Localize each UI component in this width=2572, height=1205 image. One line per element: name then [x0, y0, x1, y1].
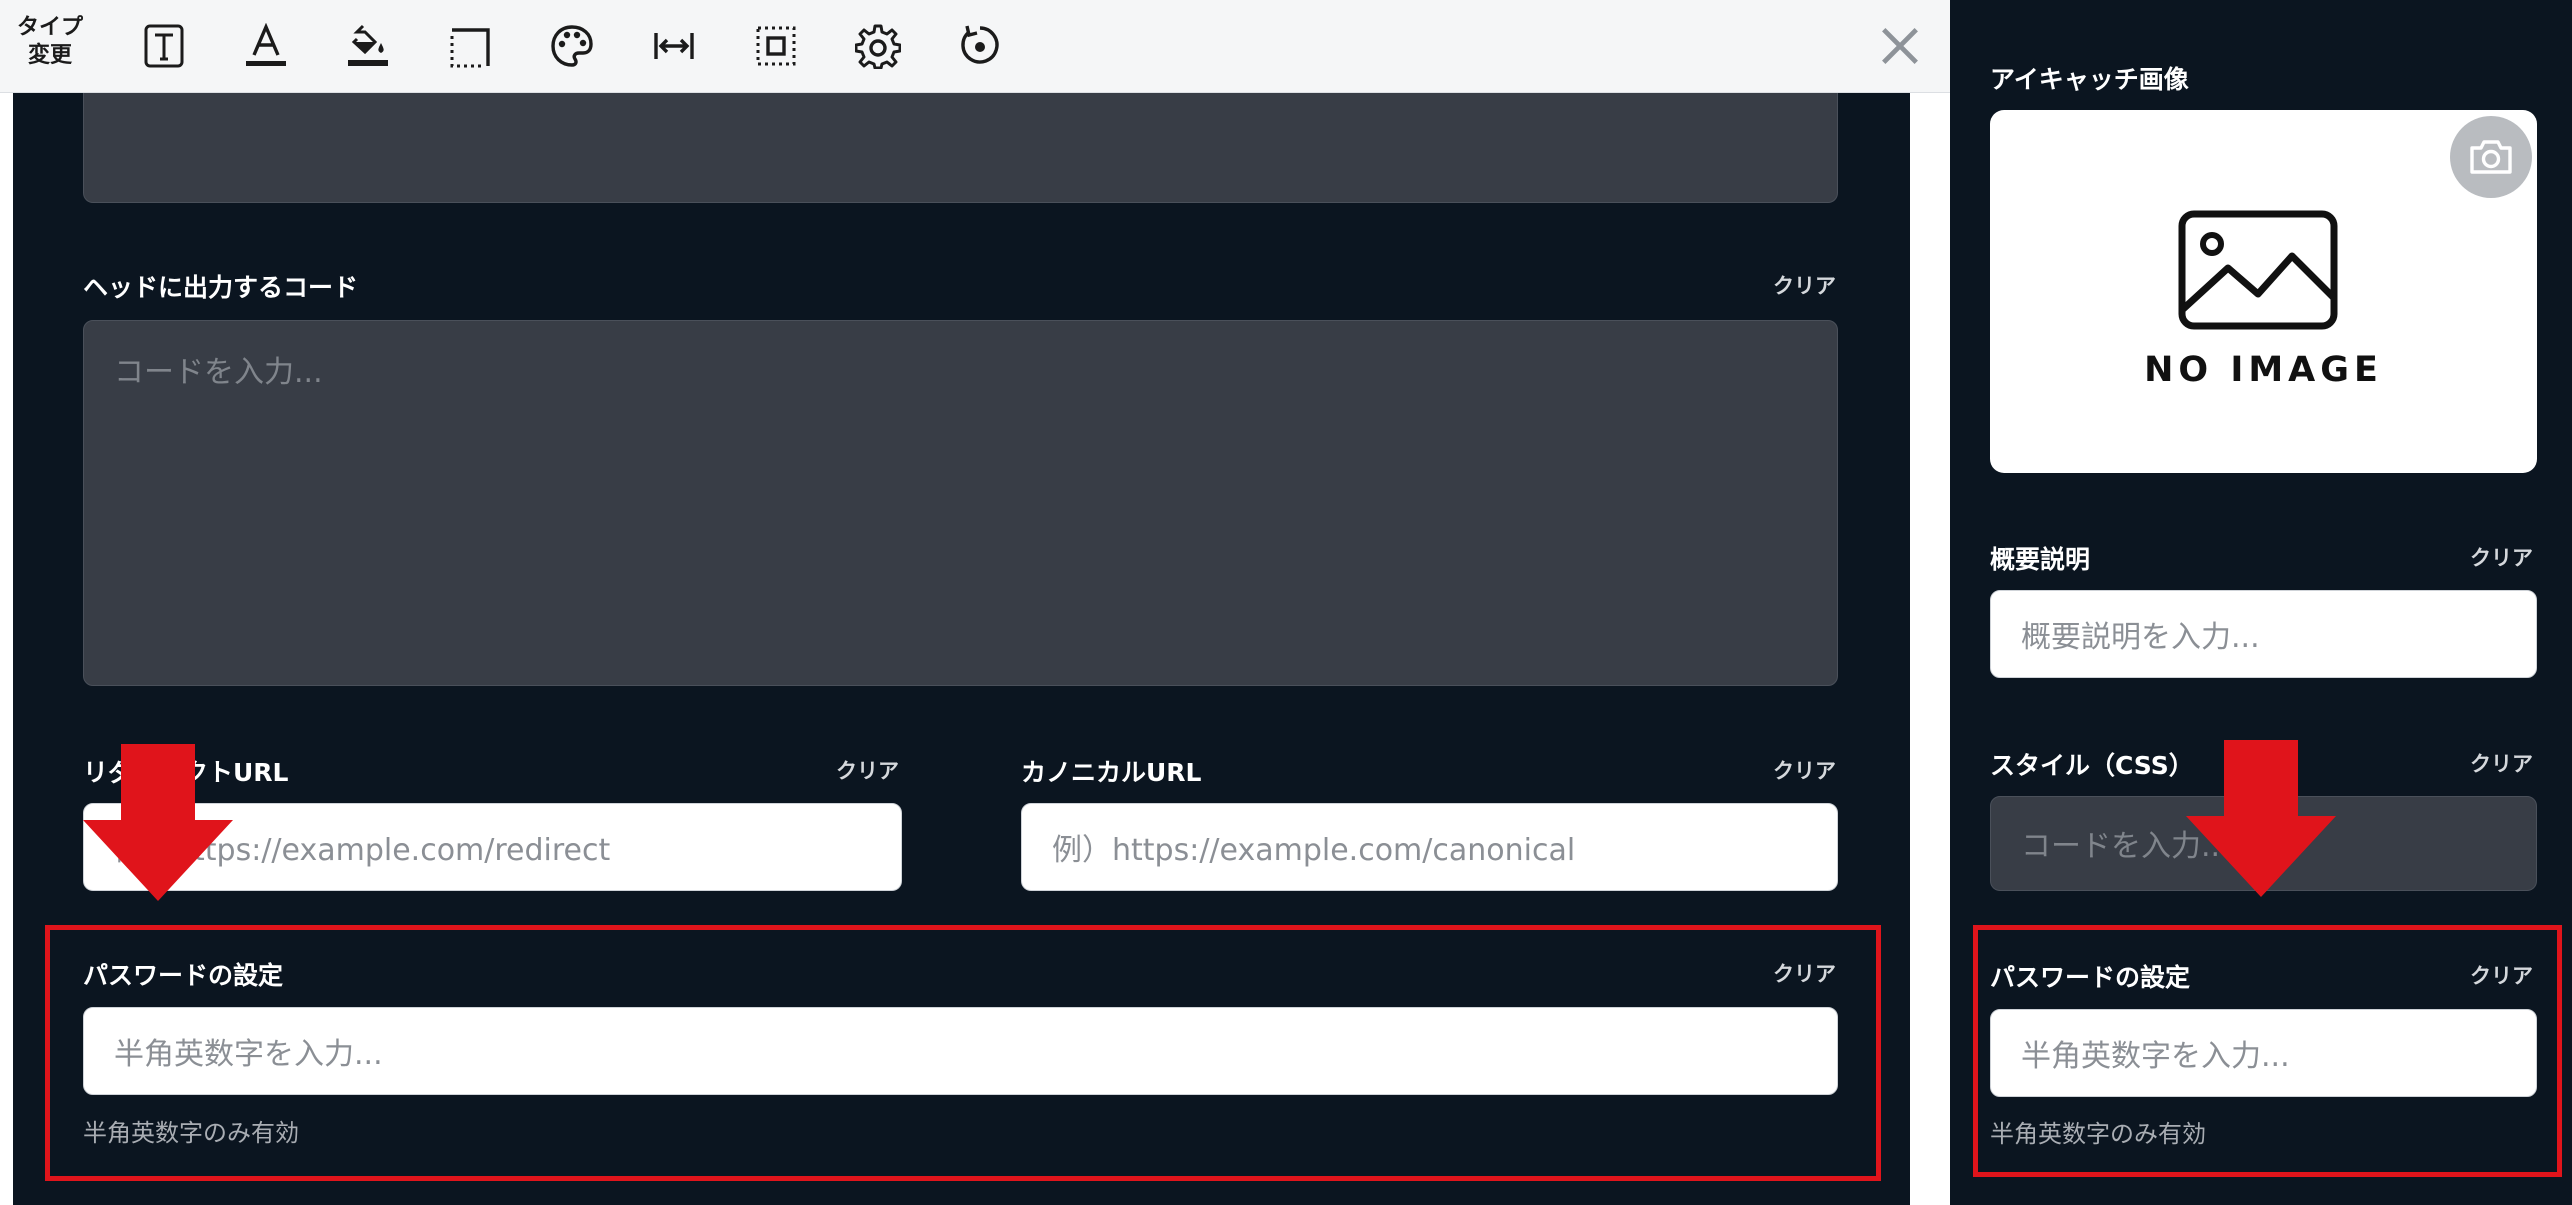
- reset-icon[interactable]: [948, 14, 1012, 78]
- camera-icon[interactable]: [2450, 116, 2532, 198]
- sidebar-down-arrow-icon: [2186, 740, 2336, 897]
- style-css-clear-button[interactable]: クリア: [2470, 748, 2533, 778]
- summary-label: 概要説明: [1990, 545, 2091, 574]
- text-box-icon[interactable]: [132, 14, 196, 78]
- type-change-button[interactable]: タイプ 変更: [10, 12, 90, 72]
- type-change-label-line1: タイプ: [16, 15, 83, 40]
- fill-color-icon[interactable]: [336, 14, 400, 78]
- eyecatch-label: アイキャッチ画像: [1990, 65, 2189, 94]
- editor-toolbar: タイプ 変更: [0, 0, 1950, 93]
- font-color-icon[interactable]: [234, 14, 298, 78]
- summary-input[interactable]: 概要説明を入力...: [1990, 590, 2537, 678]
- left-edge: [0, 0, 13, 1205]
- highlight-box: [45, 925, 1881, 1181]
- panel-divider: [1910, 0, 1950, 1205]
- down-arrow-icon: [83, 744, 233, 901]
- upper-textarea[interactable]: [83, 80, 1838, 203]
- gear-icon[interactable]: [846, 14, 910, 78]
- head-code-label: ヘッドに出力するコード: [83, 273, 359, 302]
- sidebar-settings-panel: アイキャッチ画像 NO IMAGE 概要説明 クリア 概要説明を入力... スタ…: [1950, 0, 2572, 1205]
- eyecatch-image-area[interactable]: NO IMAGE: [1990, 110, 2537, 473]
- type-change-label-line2: 変更: [27, 43, 72, 68]
- palette-icon[interactable]: [540, 14, 604, 78]
- canonical-url-input[interactable]: 例）https://example.com/canonical: [1021, 803, 1838, 891]
- redirect-url-clear-button[interactable]: クリア: [836, 755, 899, 785]
- no-image-text: NO IMAGE: [2144, 350, 2383, 390]
- image-placeholder-icon: [2178, 210, 2338, 330]
- canonical-url-label: カノニカルURL: [1021, 758, 1202, 787]
- canonical-url-clear-button[interactable]: クリア: [1773, 755, 1836, 785]
- head-code-textarea[interactable]: コードを入力...: [83, 320, 1838, 686]
- width-icon[interactable]: [642, 14, 706, 78]
- summary-clear-button[interactable]: クリア: [2470, 542, 2533, 572]
- style-css-label: スタイル（CSS）: [1990, 751, 2194, 780]
- sidebar-highlight-box: [1973, 925, 2562, 1177]
- padding-icon[interactable]: [744, 14, 808, 78]
- border-icon[interactable]: [438, 14, 502, 78]
- head-code-clear-button[interactable]: クリア: [1773, 270, 1836, 300]
- close-icon[interactable]: [1870, 16, 1930, 76]
